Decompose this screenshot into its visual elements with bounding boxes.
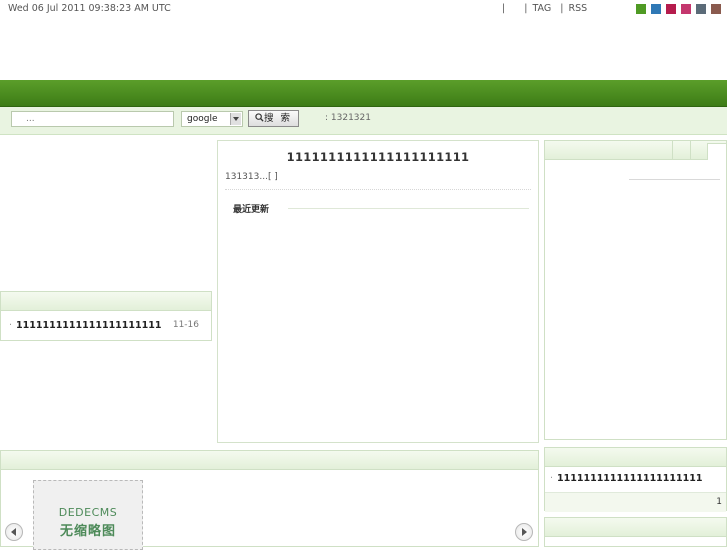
right-bottom-panel <box>544 517 727 547</box>
scroll-left-button[interactable] <box>5 523 23 541</box>
theme-swatch[interactable] <box>636 4 646 14</box>
theme-swatch[interactable] <box>711 4 721 14</box>
page-number[interactable]: 1 <box>716 497 722 507</box>
article-title[interactable]: 1111111111111111111111 <box>218 150 538 164</box>
theme-swatch[interactable] <box>696 4 706 14</box>
latest-updates-heading: 最近更新 <box>233 205 270 215</box>
tab-divider <box>690 141 691 159</box>
current-date: Wed 06 Jul 2011 09:38:23 AM UTC <box>8 3 171 14</box>
pagination-bar: 1 <box>545 492 726 512</box>
panel-header <box>545 518 726 537</box>
right-tab-panel <box>544 140 727 440</box>
panel-header <box>1 292 211 311</box>
separator: | <box>560 3 564 14</box>
thumbnail-brand: DEDECMS <box>58 506 118 519</box>
panel-header <box>545 141 726 160</box>
scroll-right-button[interactable] <box>515 523 533 541</box>
arrow-left-icon <box>11 528 16 536</box>
right-list-panel: · 1111111111111111111111 1 <box>544 447 727 512</box>
rss-link[interactable]: RSS <box>569 3 588 14</box>
panel-header <box>1 451 538 470</box>
theme-swatch[interactable] <box>666 4 676 14</box>
list-item-title[interactable]: 1111111111111111111111 <box>557 473 702 484</box>
search-engine-select[interactable]: google <box>181 111 243 127</box>
divider <box>629 179 720 180</box>
search-engine-value: google <box>187 114 218 124</box>
left-list-panel: · 1111111111111111111111 11-16 <box>0 291 212 341</box>
tag-link[interactable]: TAG <box>532 3 551 14</box>
theme-swatch[interactable] <box>681 4 691 14</box>
search-button[interactable]: 搜 索 <box>248 110 299 127</box>
arrow-right-icon <box>522 528 527 536</box>
top-bar: Wed 06 Jul 2011 09:38:23 AM UTC | | TAG … <box>0 0 727 18</box>
list-item-title[interactable]: 1111111111111111111111 <box>16 320 161 331</box>
list-item-date: 11-16 <box>172 320 199 330</box>
top-links: | | TAG | RSS <box>502 3 589 14</box>
theme-swatch[interactable] <box>651 4 661 14</box>
bullet-icon: · <box>550 473 554 484</box>
bullet-icon: · <box>9 320 13 331</box>
thumbnail-image[interactable]: DEDECMS 无缩略图 <box>33 480 143 550</box>
search-input[interactable] <box>11 111 174 127</box>
tab-active[interactable] <box>707 143 727 160</box>
separator: | <box>502 3 506 14</box>
divider <box>225 189 531 190</box>
hot-keywords: : 1321321 <box>325 113 371 123</box>
search-button-label: 搜 索 <box>263 113 293 124</box>
article-summary: 131313...[ ] <box>225 172 278 182</box>
thumbnail-caption: 无缩略图 <box>59 524 116 539</box>
article-panel: 1111111111111111111111 131313...[ ] 最近更新 <box>217 140 539 443</box>
divider <box>288 208 529 209</box>
search-bar: google 搜 索 : 1321321 <box>0 107 727 135</box>
separator: | <box>524 3 528 14</box>
image-scroller-panel: DEDECMS 无缩略图 <box>0 450 539 550</box>
tab-divider <box>672 141 673 159</box>
list-item[interactable]: · 1111111111111111111111 <box>550 473 702 484</box>
chevron-down-icon[interactable] <box>230 113 241 125</box>
panel-header <box>545 448 726 467</box>
main-navigation-bar <box>0 80 727 107</box>
search-icon <box>255 113 264 122</box>
